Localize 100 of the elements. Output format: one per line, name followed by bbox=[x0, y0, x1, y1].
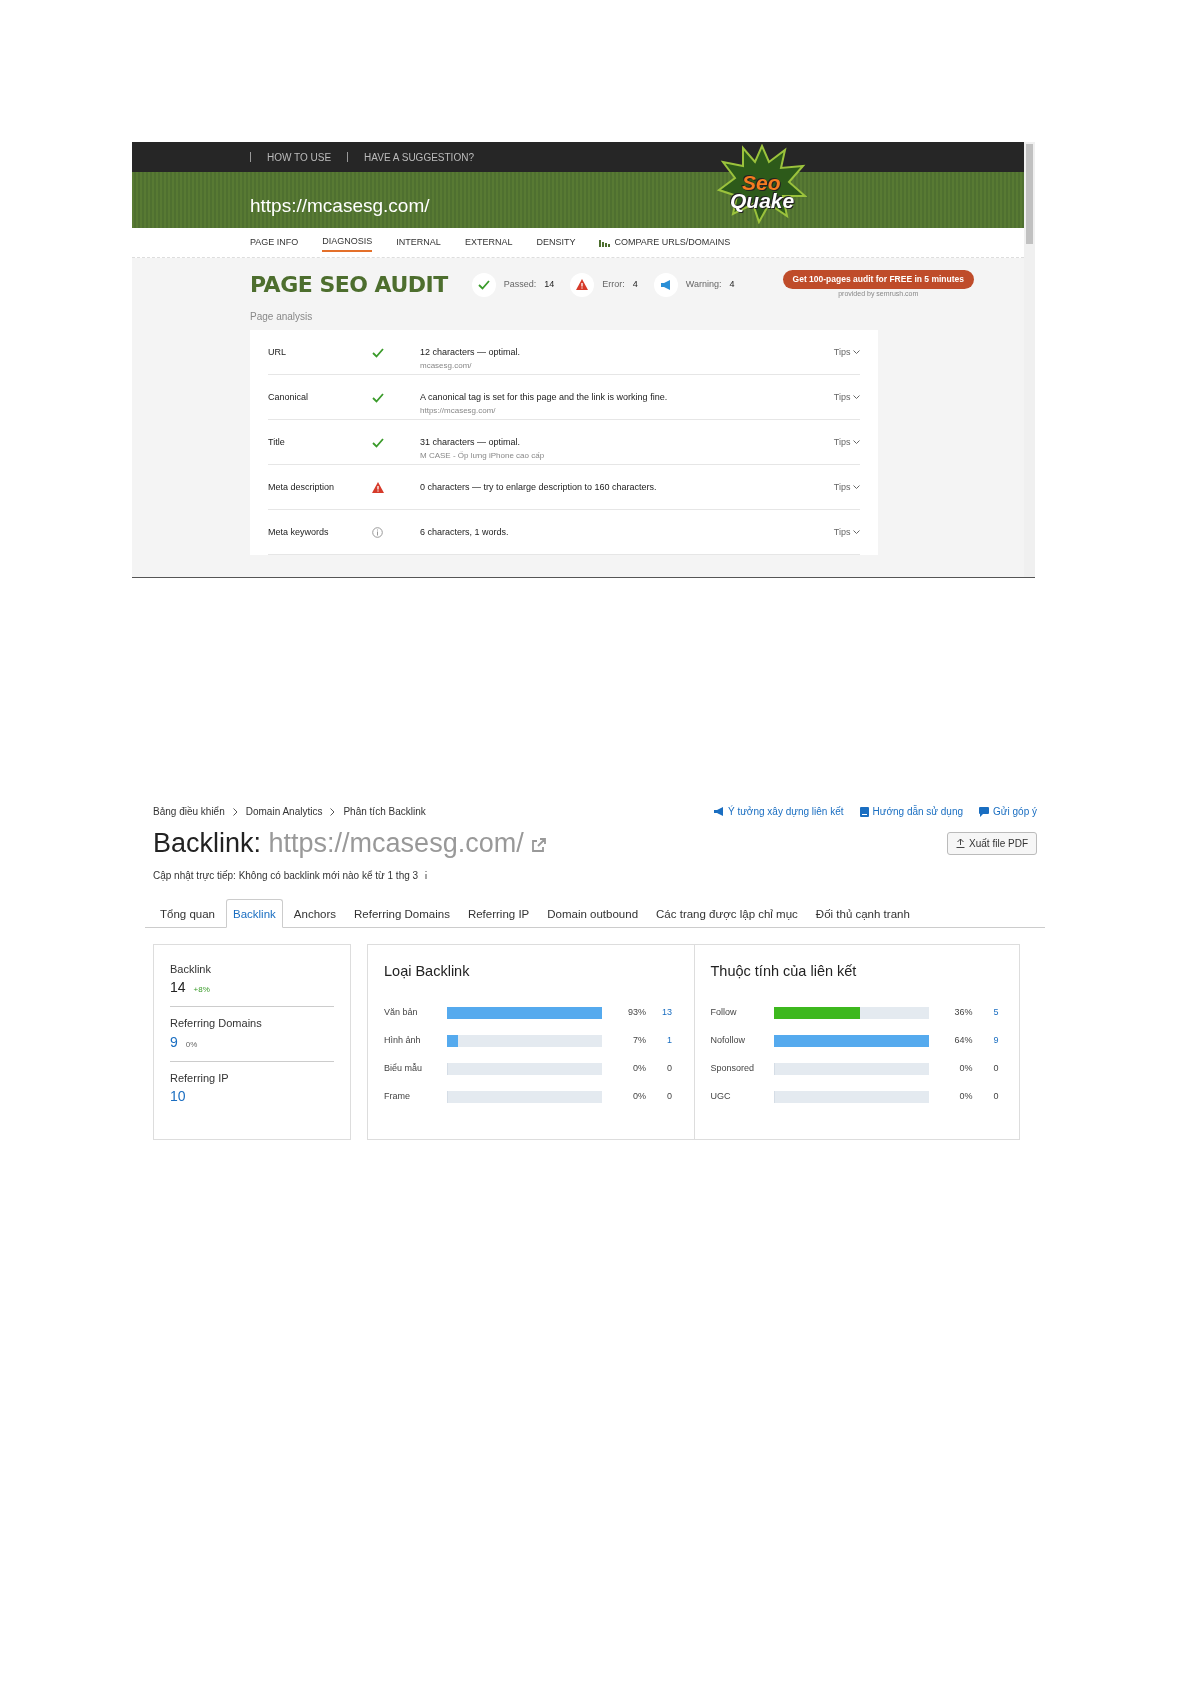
tab[interactable]: Referring IP bbox=[460, 898, 537, 928]
stat-value: 4 bbox=[632, 277, 638, 291]
check-result: 0 characters — try to enlarge description to 160 characters. bbox=[420, 481, 658, 494]
page-title: Backlink: https://mcasesg.com/ bbox=[153, 823, 548, 864]
nav-tab[interactable]: PAGE INFO bbox=[250, 233, 299, 252]
page-url: https://mcasesg.com/ bbox=[250, 193, 430, 218]
warning-icon bbox=[372, 482, 384, 494]
check-icon bbox=[477, 279, 490, 290]
chevron-down-icon bbox=[853, 350, 860, 356]
metric-label: Referring Domains bbox=[170, 1016, 263, 1032]
tips-link[interactable]: Tips bbox=[833, 526, 860, 540]
nav-tab[interactable]: COMPARE URLS/DOMAINS bbox=[599, 233, 731, 252]
metric-value: 9 bbox=[170, 1032, 178, 1052]
megaphone-icon bbox=[713, 807, 724, 816]
section-label: Page analysis bbox=[249, 310, 314, 324]
scrollbar[interactable] bbox=[1024, 142, 1035, 577]
check-name: URL bbox=[268, 346, 287, 359]
chart-icon bbox=[599, 237, 611, 247]
tab[interactable]: Domain outbound bbox=[540, 898, 646, 928]
bar-percent: 0% bbox=[958, 1061, 973, 1075]
check-detail: https://mcasesg.com/ bbox=[420, 404, 497, 417]
nav-tab[interactable]: INTERNAL bbox=[396, 233, 441, 252]
check-result: 6 characters, 1 words. bbox=[420, 526, 510, 539]
bar-label: Hình ảnh bbox=[384, 1033, 422, 1047]
logo-text: Seo bbox=[742, 174, 781, 192]
upload-icon bbox=[956, 838, 966, 849]
bar-percent: 0% bbox=[958, 1089, 973, 1103]
breadcrumb-link[interactable]: Domain Analytics bbox=[245, 804, 323, 819]
nav-tab[interactable]: DENSITY bbox=[536, 233, 576, 252]
tab[interactable]: Backlink bbox=[226, 898, 283, 928]
chevron-right-icon bbox=[232, 807, 238, 816]
help-link[interactable]: Gửi góp ý bbox=[979, 804, 1037, 819]
bar-count: 0 bbox=[666, 1061, 672, 1075]
metric-label: Backlink bbox=[170, 961, 212, 977]
tab[interactable]: Anchors bbox=[286, 898, 343, 928]
panel-title: Loại Backlink bbox=[384, 961, 471, 981]
tab[interactable]: Referring Domains bbox=[347, 898, 457, 928]
check-icon bbox=[372, 347, 384, 358]
bar-percent: 7% bbox=[632, 1033, 646, 1047]
help-link[interactable]: Ý tưởng xây dựng liên kết bbox=[713, 804, 844, 819]
bar-count: 5 bbox=[992, 1005, 999, 1019]
tips-link[interactable]: Tips bbox=[833, 481, 860, 495]
nav-tab[interactable]: EXTERNAL bbox=[464, 233, 513, 252]
breadcrumb-link[interactable]: Bảng điều khiển bbox=[153, 804, 225, 819]
warning-icon bbox=[576, 279, 589, 290]
bar-percent: 36% bbox=[953, 1005, 973, 1019]
external-link-icon[interactable] bbox=[531, 836, 548, 853]
check-result: 12 characters — optimal. bbox=[420, 346, 522, 359]
speech-bubble-icon bbox=[979, 806, 990, 817]
help-link[interactable]: Hướng dẫn sử dụng bbox=[859, 804, 964, 819]
chevron-right-icon bbox=[330, 807, 336, 816]
top-link[interactable]: HOW TO USE bbox=[267, 149, 332, 165]
chevron-down-icon bbox=[853, 485, 860, 491]
update-note: Cập nhật trực tiếp: Không có backlink mới nào kể từ 1 thg 3 bbox=[153, 868, 419, 883]
bar-count: 0 bbox=[666, 1089, 672, 1103]
bar-label: Nofollow bbox=[710, 1033, 746, 1047]
page-heading: PAGE SEO AUDIT bbox=[250, 271, 448, 299]
check-name: Meta description bbox=[268, 481, 336, 494]
tab[interactable]: Tổng quan bbox=[153, 898, 222, 928]
bar-label: Follow bbox=[710, 1005, 738, 1019]
logo-text: Quake bbox=[730, 191, 795, 210]
info-icon bbox=[372, 527, 383, 539]
bar-label: Sponsored bbox=[710, 1061, 756, 1075]
bar-label: UGC bbox=[710, 1089, 732, 1103]
check-detail: mcasesg.com/ bbox=[420, 359, 473, 372]
change-value: +8% bbox=[193, 984, 210, 997]
export-button[interactable]: Xuất file PDF bbox=[947, 831, 1037, 855]
chevron-down-icon bbox=[853, 395, 860, 401]
metric-value: 14 bbox=[170, 978, 186, 998]
tab[interactable]: Đối thủ cạnh tranh bbox=[808, 898, 917, 928]
check-icon bbox=[372, 392, 384, 403]
breadcrumb-link[interactable]: Phân tích Backlink bbox=[343, 804, 426, 819]
check-detail: M CASE - Ốp lưng iPhone cao cấp bbox=[420, 449, 546, 462]
tips-link[interactable]: Tips bbox=[833, 346, 860, 360]
bar-count: 13 bbox=[661, 1005, 672, 1019]
bar-label: Biểu mẫu bbox=[384, 1061, 424, 1075]
audit-button[interactable]: Get 100-pages audit for FREE in 5 minutes bbox=[782, 269, 974, 289]
metric-value: 10 bbox=[170, 1087, 186, 1107]
bar-label: Văn bản bbox=[384, 1005, 419, 1019]
check-result: A canonical tag is set for this page and the link is working fine. bbox=[420, 391, 669, 404]
metric-label: Referring IP bbox=[170, 1070, 230, 1086]
check-name: Meta keywords bbox=[268, 526, 330, 539]
chevron-down-icon bbox=[853, 530, 860, 536]
tips-link[interactable]: Tips bbox=[833, 436, 860, 450]
tips-link[interactable]: Tips bbox=[833, 391, 860, 405]
chevron-down-icon bbox=[853, 440, 860, 446]
check-icon bbox=[372, 437, 384, 448]
bar-percent: 64% bbox=[953, 1033, 973, 1047]
top-link[interactable]: HAVE A SUGGESTION? bbox=[364, 149, 474, 165]
nav-tab[interactable]: DIAGNOSIS bbox=[322, 232, 373, 253]
panel-title: Thuộc tính của liên kết bbox=[710, 961, 858, 981]
stat-label: Passed: bbox=[503, 277, 537, 291]
stat-value: 4 bbox=[729, 277, 735, 291]
bar-count: 0 bbox=[992, 1089, 999, 1103]
megaphone-icon bbox=[659, 279, 672, 290]
bar-percent: 0% bbox=[632, 1061, 646, 1075]
tab[interactable]: Các trang được lập chỉ mục bbox=[649, 898, 805, 928]
bar-count: 9 bbox=[992, 1033, 999, 1047]
bar-count: 0 bbox=[992, 1061, 999, 1075]
bar-percent: 0% bbox=[632, 1089, 646, 1103]
